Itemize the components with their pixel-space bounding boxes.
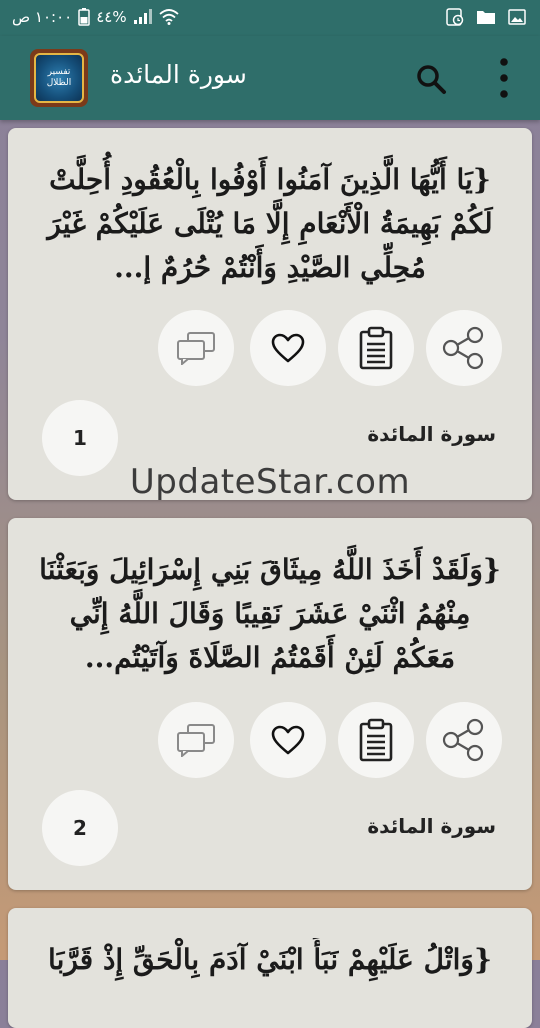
- app-logo-badge: تفسير الظلال: [34, 53, 84, 103]
- verse-card[interactable]: {يَا أَيُّهَا الَّذِينَ آمَنُوا أَوْفُوا…: [8, 128, 532, 500]
- share-button[interactable]: [426, 702, 502, 778]
- app-bar: تفسير الظلال سورة المائدة: [0, 36, 540, 120]
- wifi-icon: [158, 9, 179, 25]
- favorite-button[interactable]: [250, 702, 326, 778]
- folder-icon: [477, 11, 495, 24]
- comments-button[interactable]: [158, 702, 234, 778]
- verse-text: {وَاتْلُ عَلَيْهِمْ نَبَأَ ابْنَيْ آدَمَ…: [48, 943, 492, 976]
- status-left: ١٠:٠٠ ص ٤٤%: [12, 8, 179, 26]
- clipboard-icon: [359, 718, 393, 762]
- timer-app-icon: [446, 8, 464, 26]
- logo-line-1: تفسير: [47, 67, 71, 77]
- share-icon: [442, 326, 484, 370]
- comments-icon: [177, 724, 215, 757]
- heart-icon: [271, 725, 305, 755]
- verse-card[interactable]: {وَاتْلُ عَلَيْهِمْ نَبَأَ ابْنَيْ آدَمَ…: [8, 908, 532, 1028]
- copy-button[interactable]: [338, 310, 414, 386]
- surah-label: سورة المائدة: [367, 422, 496, 446]
- logo-line-2: الظلال: [46, 78, 72, 88]
- comments-button[interactable]: [158, 310, 234, 386]
- heart-icon: [271, 333, 305, 363]
- copy-button[interactable]: [338, 702, 414, 778]
- watermark: UpdateStar.com: [129, 462, 411, 502]
- overflow-menu-button[interactable]: [492, 56, 516, 100]
- search-icon: [417, 65, 446, 94]
- page-title: سورة المائدة: [110, 60, 247, 89]
- more-vert-icon: [500, 58, 508, 98]
- surah-label: سورة المائدة: [367, 814, 496, 838]
- share-button[interactable]: [426, 310, 502, 386]
- clipboard-icon: [359, 326, 393, 370]
- status-time: ١٠:٠٠ ص: [12, 8, 73, 26]
- verse-text: {وَلَقَدْ أَخَذَ اللَّهُ مِيثَاقَ بَنِي …: [39, 553, 501, 674]
- battery-level: ٤٤%: [96, 8, 127, 26]
- app-logo: تفسير الظلال: [30, 49, 88, 107]
- verse-text: {يَا أَيُّهَا الَّذِينَ آمَنُوا أَوْفُوا…: [47, 163, 493, 284]
- search-button[interactable]: [414, 62, 448, 96]
- signal-icon: [133, 9, 152, 24]
- status-bar: ١٠:٠٠ ص ٤٤%: [0, 0, 540, 36]
- battery-icon: [78, 8, 90, 26]
- status-right: [446, 8, 526, 26]
- comments-icon: [177, 332, 215, 365]
- share-icon: [442, 718, 484, 762]
- verse-number-badge: 2: [42, 790, 118, 866]
- verse-card[interactable]: {وَلَقَدْ أَخَذَ اللَّهُ مِيثَاقَ بَنِي …: [8, 518, 532, 890]
- gallery-icon: [508, 9, 526, 25]
- favorite-button[interactable]: [250, 310, 326, 386]
